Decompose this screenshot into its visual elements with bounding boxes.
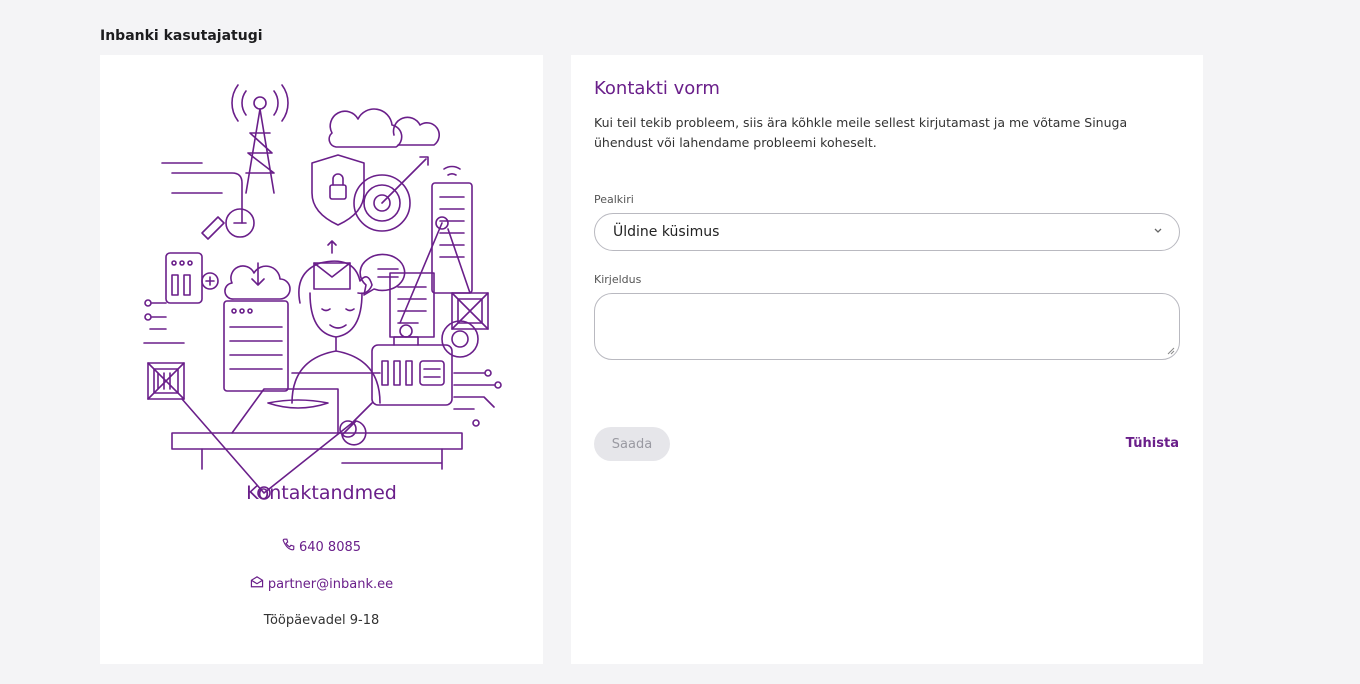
- subject-label: Pealkiri: [594, 193, 634, 206]
- contact-email[interactable]: partner@inbank.ee: [100, 576, 543, 592]
- page-title: Inbanki kasutajatugi: [100, 28, 263, 44]
- subject-select[interactable]: Üldine küsimus: [594, 213, 1180, 251]
- subject-select-value: Üldine küsimus: [613, 224, 720, 240]
- support-illustration: [143, 84, 502, 500]
- description-label: Kirjeldus: [594, 273, 642, 286]
- cancel-button[interactable]: Tühista: [1126, 436, 1179, 451]
- resize-handle-icon[interactable]: [1167, 347, 1175, 355]
- contact-phone-text: 640 8085: [298, 540, 362, 555]
- form-description: Kui teil tekib probleem, siis ära kõhkle…: [594, 115, 1128, 150]
- contact-form-card: Kontakti vorm Kui teil tekib probleem, s…: [571, 55, 1203, 664]
- contact-email-text: partner@inbank.ee: [267, 577, 394, 592]
- contact-hours: Tööpäevadel 9-18: [263, 613, 380, 628]
- contact-card: Kontaktandmed 640 8085 partner@inbank.ee…: [100, 55, 543, 664]
- envelope-icon: [250, 576, 264, 592]
- contact-phone[interactable]: 640 8085: [100, 538, 543, 555]
- form-title: Kontakti vorm: [594, 78, 720, 99]
- phone-icon: [282, 538, 295, 555]
- contact-title: Kontaktandmed: [246, 482, 397, 504]
- description-textarea[interactable]: [594, 293, 1180, 360]
- chevron-down-icon: [1153, 225, 1163, 238]
- send-button[interactable]: Saada: [594, 427, 670, 461]
